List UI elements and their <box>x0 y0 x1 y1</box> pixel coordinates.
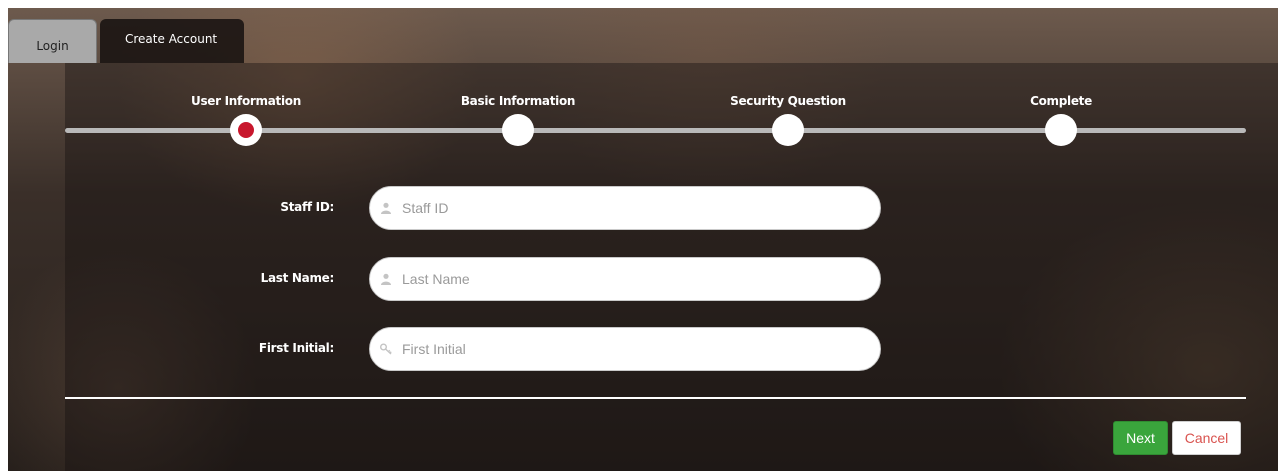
step-user-information: User Information <box>156 94 336 114</box>
tab-login[interactable]: Login <box>8 19 97 63</box>
step-label: Security Question <box>730 94 846 108</box>
step-basic-information: Basic Information <box>428 94 608 114</box>
step-label: User Information <box>191 94 301 108</box>
staff-id-row: Staff ID: Staff ID <box>8 186 908 232</box>
form-divider <box>65 397 1246 399</box>
user-icon <box>381 202 391 214</box>
tab-create-account-label: Create Account <box>125 32 218 46</box>
step-dot-complete <box>1045 114 1077 146</box>
last-name-input[interactable]: Last Name <box>369 257 881 301</box>
user-icon <box>381 273 391 285</box>
first-initial-label: First Initial: <box>258 341 334 355</box>
last-name-row: Last Name: Last Name <box>8 257 908 303</box>
step-dot-basic-information <box>502 114 534 146</box>
first-initial-input[interactable]: First Initial <box>369 327 881 371</box>
login-panel: Login Create Account User Information Ba… <box>8 8 1278 471</box>
step-complete: Complete <box>971 94 1151 114</box>
first-initial-row: First Initial: First Initial <box>8 327 908 373</box>
last-name-label: Last Name: <box>260 271 335 285</box>
tab-login-label: Login <box>36 39 69 53</box>
key-icon <box>380 343 392 355</box>
staff-id-placeholder: Staff ID <box>402 200 449 216</box>
cancel-button[interactable]: Cancel <box>1172 421 1241 455</box>
step-dot-security-question <box>772 114 804 146</box>
step-security-question: Security Question <box>698 94 878 114</box>
step-dot-user-information <box>230 114 262 146</box>
last-name-placeholder: Last Name <box>402 271 470 287</box>
tab-create-account[interactable]: Create Account <box>100 19 244 63</box>
step-label: Complete <box>1030 94 1092 108</box>
first-initial-placeholder: First Initial <box>402 341 466 357</box>
staff-id-label: Staff ID: <box>280 200 334 214</box>
step-label: Basic Information <box>460 94 576 108</box>
next-button[interactable]: Next <box>1113 421 1168 455</box>
staff-id-input[interactable]: Staff ID <box>369 186 881 230</box>
